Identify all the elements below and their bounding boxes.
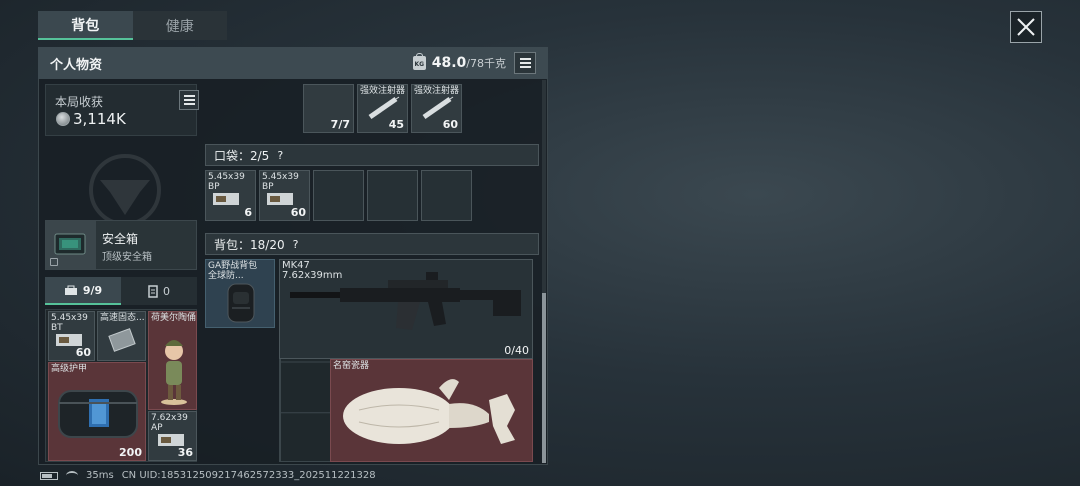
ping-value: 35ms <box>86 470 114 481</box>
tab-health[interactable]: 健康 <box>133 11 228 40</box>
backpack-equipped[interactable]: GA野战背包 全球防... <box>205 259 275 328</box>
weight-icon: KG <box>412 53 426 70</box>
safe-item-armor[interactable]: 高级护甲 200 <box>48 362 146 461</box>
item-name: 5.45x39 BP <box>208 172 245 192</box>
safe-item-ammo-545[interactable]: 5.45x39 BT 60 <box>48 311 95 361</box>
faction-emblem-icon <box>89 154 161 225</box>
item-qty: 36 <box>177 446 193 459</box>
list-icon <box>519 58 531 60</box>
loot-value: 3,114K <box>73 110 126 128</box>
help-icon[interactable]: ? <box>277 149 283 162</box>
safe-box-grid: 5.45x39 BT 60 高速固态... 荷美尔陶俑 高级护甲 200 7.6… <box>45 309 197 462</box>
weapon-ammo: 0/40 <box>504 344 529 357</box>
subtab-card-case-count: 0 <box>163 284 170 298</box>
backpack-item-vase[interactable]: 名窑瓷器 <box>330 359 533 462</box>
subtab-toolbox-count: 9/9 <box>82 283 103 297</box>
weight-max: /78千克 <box>466 57 506 70</box>
item-name: 7.62x39 AP <box>151 413 188 433</box>
panel-header: 个人物资 KG 48.0 /78千克 <box>38 47 548 79</box>
pocket-section-header: 口袋：2/5 ? <box>205 144 539 166</box>
rifle-icon <box>290 272 521 330</box>
loot-list-button[interactable] <box>179 90 199 110</box>
scrollbar-thumb[interactable] <box>542 293 546 463</box>
safe-subtabs: 9/9 0 <box>45 277 197 305</box>
item-qty: 6 <box>244 206 252 219</box>
backpack-icon <box>227 283 255 323</box>
top-tabbar: 背包 健康 <box>38 11 227 40</box>
panel-title: 个人物资 <box>50 57 103 73</box>
top-item-injector-2[interactable]: 强效注射器 60 <box>411 84 462 133</box>
safe-box-title: 安全箱 <box>102 232 139 246</box>
item-qty: 60 <box>290 206 306 219</box>
list-icon <box>183 95 195 97</box>
lock-icon <box>50 258 58 266</box>
backpack-section-header: 背包：18/20 ? <box>205 233 539 255</box>
pocket-item-ammo-1[interactable]: 5.45x39 BP 6 <box>205 170 256 221</box>
item-qty: 45 <box>388 118 404 131</box>
weight-current: 48.0 <box>431 55 467 71</box>
item-qty: 7/7 <box>330 118 350 131</box>
ammo-box-icon <box>267 193 293 205</box>
item-name: 高级护甲 <box>51 364 88 374</box>
item-name: 5.45x39 BT <box>51 313 88 333</box>
sort-list-button[interactable] <box>514 52 536 74</box>
top-item-injector-1[interactable]: 强效注射器 45 <box>357 84 408 133</box>
close-button[interactable] <box>1010 11 1042 43</box>
safe-box-subtitle: 顶级安全箱 <box>102 252 152 263</box>
top-item-1[interactable]: 7/7 <box>303 84 354 133</box>
loot-label: 本局收获 <box>55 95 104 109</box>
backpack-item-weapon[interactable]: MK47 7.62x39mm 0/40 <box>279 259 533 359</box>
backpack-label: 背包：18/20 <box>214 237 285 252</box>
armor-bag-icon <box>58 390 138 438</box>
item-qty: 200 <box>119 446 142 459</box>
status-footer: 35ms CN UID:18531250921746257​2333_20251… <box>40 470 376 481</box>
pocket-slot-empty[interactable] <box>367 170 418 221</box>
subtab-card-case[interactable]: 0 <box>121 277 197 305</box>
coin-icon <box>56 112 70 126</box>
figurine-icon <box>161 340 187 405</box>
item-name: 荷美尔陶俑 <box>151 313 197 323</box>
ammo-box-icon <box>213 193 239 205</box>
tab-backpack[interactable]: 背包 <box>38 11 133 40</box>
item-name: 5.45x39 BP <box>262 172 299 192</box>
pocket-label: 口袋：2/5 <box>214 148 270 163</box>
item-name: 高速固态... <box>100 313 145 323</box>
card-case-icon <box>148 284 158 298</box>
safe-item-figurine[interactable]: 荷美尔陶俑 <box>148 311 197 410</box>
pocket-slot-empty[interactable] <box>313 170 364 221</box>
battery-icon <box>40 471 58 480</box>
pocket-item-ammo-2[interactable]: 5.45x39 BP 60 <box>259 170 310 221</box>
item-qty: 60 <box>442 118 458 131</box>
safe-item-ssd[interactable]: 高速固态... <box>97 311 146 361</box>
pocket-slot-empty[interactable] <box>421 170 472 221</box>
weight-display: KG 48.0 /78千克 <box>412 53 506 71</box>
uid-text: CN UID:18531250921746257​2333_2025112213… <box>121 470 376 481</box>
bag-name: GA野战背包 <box>208 261 258 271</box>
item-qty: 60 <box>75 346 91 359</box>
toolbox-icon <box>64 285 77 295</box>
porcelain-vase-icon <box>343 379 515 444</box>
safe-item-ammo-762[interactable]: 7.62x39 AP 36 <box>148 411 197 461</box>
close-icon <box>1017 18 1035 36</box>
wifi-icon <box>66 471 78 480</box>
ssd-icon <box>108 328 136 352</box>
subtab-toolbox[interactable]: 9/9 <box>45 277 121 305</box>
help-icon[interactable]: ? <box>293 238 299 251</box>
